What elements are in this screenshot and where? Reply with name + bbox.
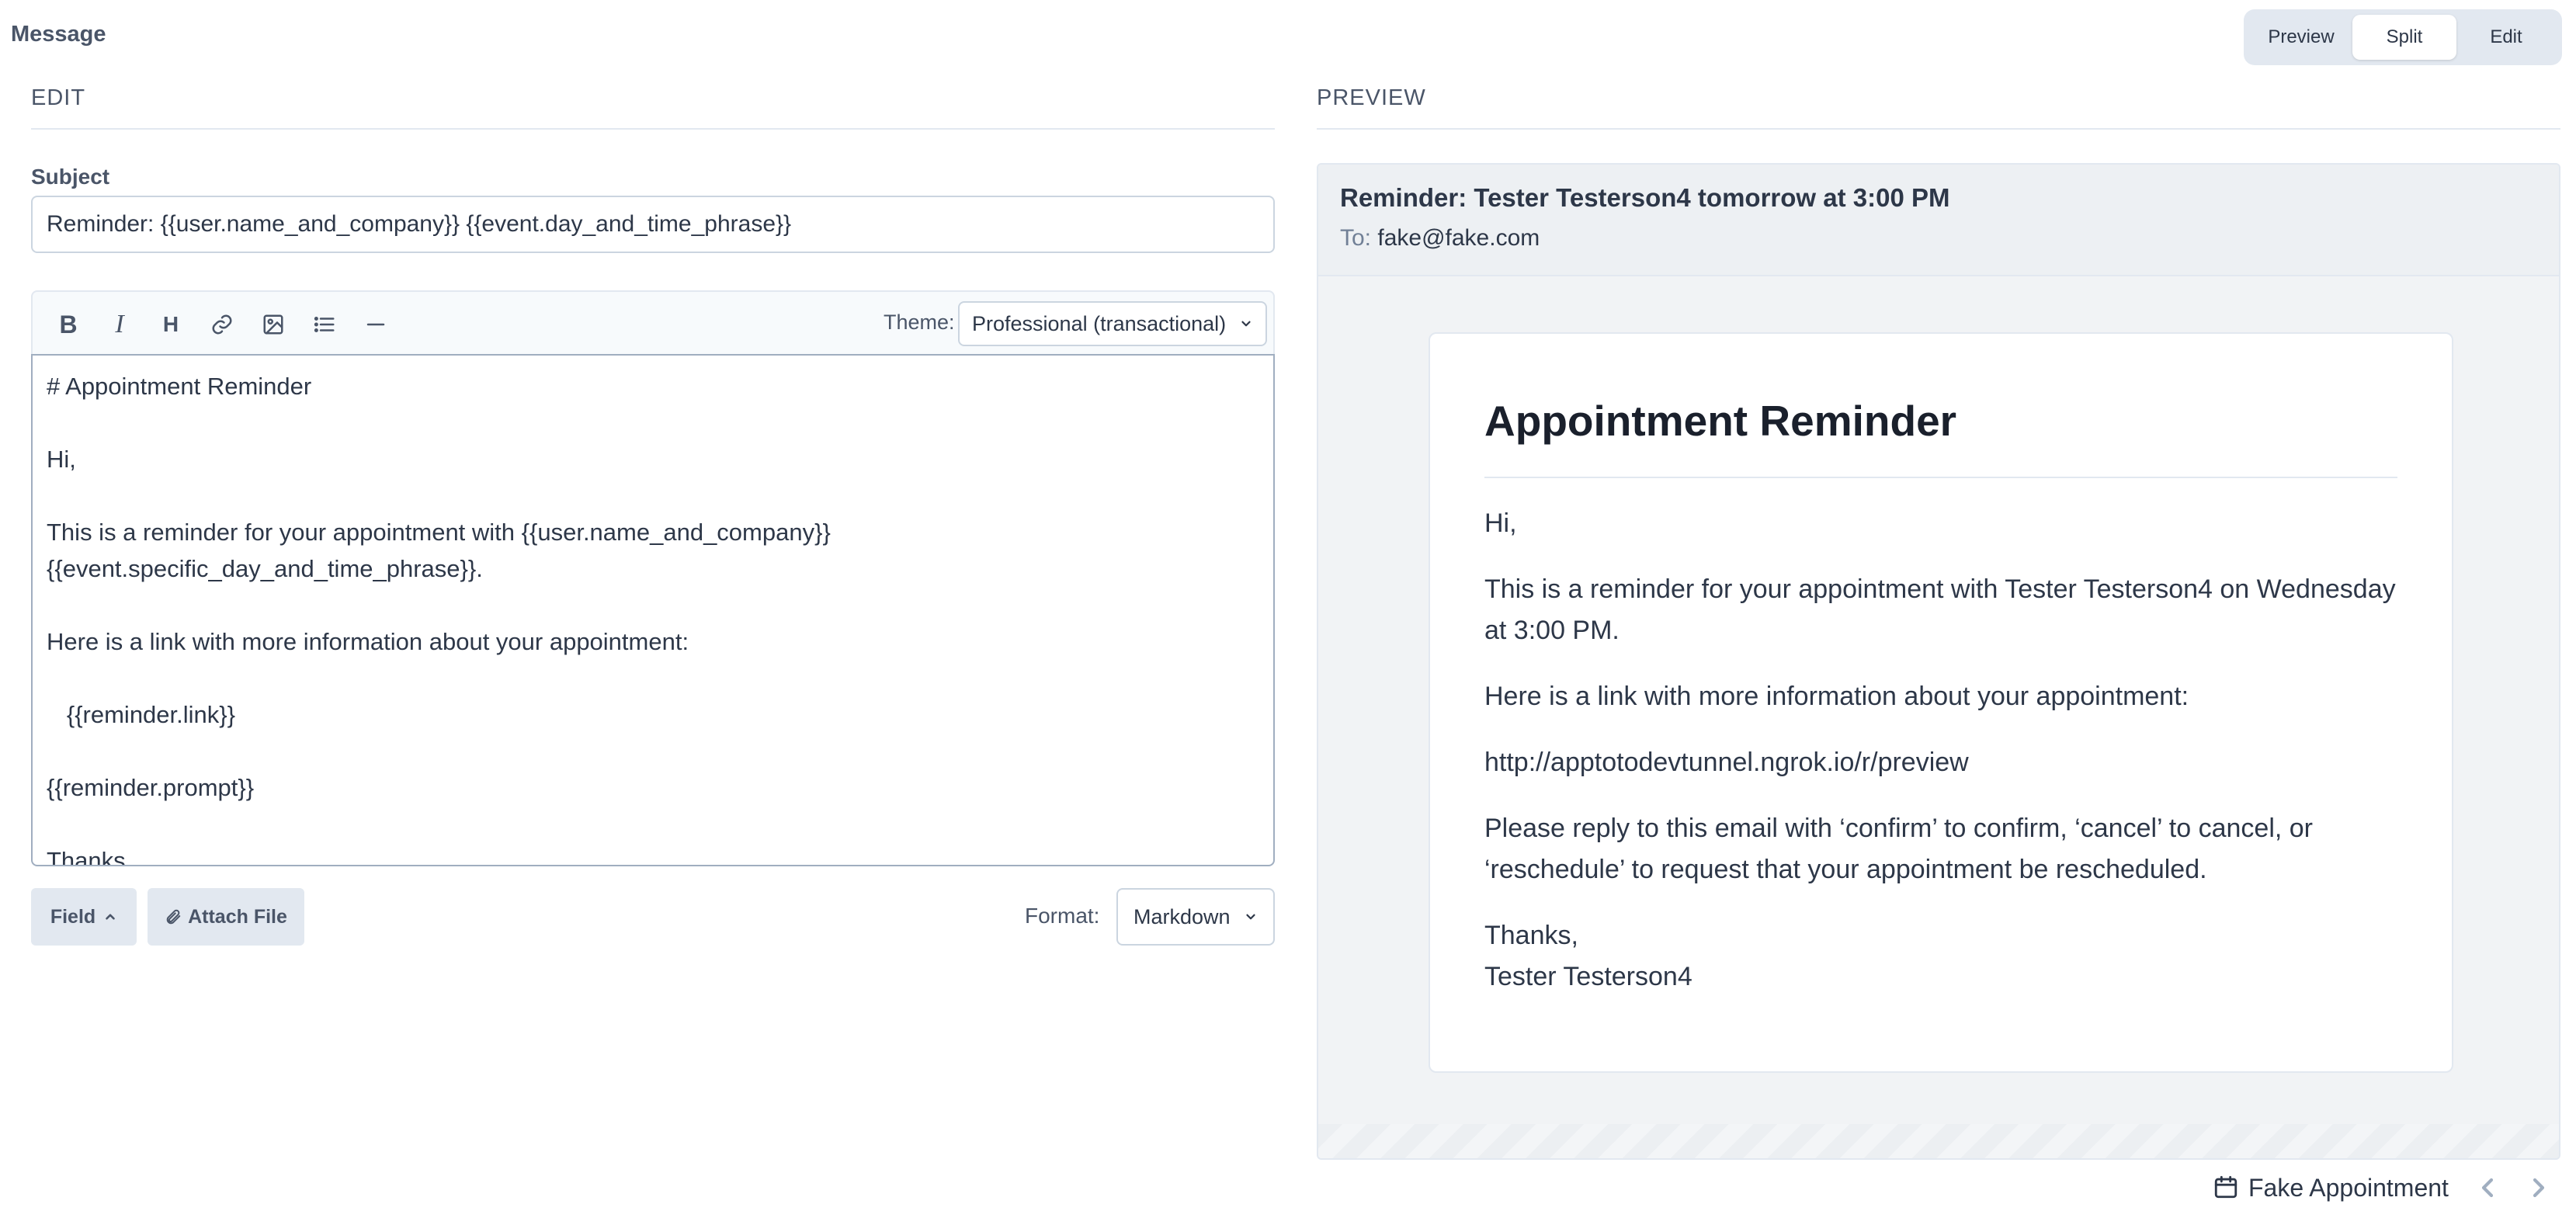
email-paragraph: Please reply to this email with ‘confirm… [1484,814,2313,884]
email-preview: Reminder: Tester Testerson4 tomorrow at … [1317,163,2560,1160]
appointment-selector[interactable]: Fake Appointment [2248,1174,2449,1202]
link-icon[interactable] [200,303,244,346]
view-preview-button[interactable]: Preview [2250,15,2352,60]
chevron-up-icon [106,914,115,920]
heading-icon[interactable]: H [149,303,193,346]
view-split-button[interactable]: Split [2352,15,2456,60]
editor-toolbar: B I H Theme: Professional (transactional… [31,290,1275,356]
editor-line: Hi, [47,446,76,473]
email-signature: Tester Testerson4 [1484,962,1692,991]
subject-input[interactable] [31,196,1275,253]
theme-label: Theme: [884,311,955,334]
chevron-right-icon[interactable] [2523,1172,2554,1203]
markdown-editor[interactable]: # Appointment Reminder Hi, This is a rem… [31,354,1275,866]
attach-file-button[interactable]: Attach File [148,888,304,946]
format-select[interactable]: Markdown [1116,888,1275,946]
horizontal-rule-icon[interactable] [354,303,398,346]
editor-line: {{reminder.prompt}} [47,774,255,801]
email-signoff: Thanks, [1484,921,1578,950]
image-icon[interactable] [252,303,295,346]
email-paragraph: Here is a link with more information abo… [1484,682,2189,711]
page-title: Message [11,22,106,47]
preview-section-header: PREVIEW [1317,85,2560,130]
email-paragraph: This is a reminder for your appointment … [1484,574,2396,645]
chevron-down-icon [1246,914,1255,920]
email-greeting: Hi, [1484,508,1517,538]
email-body: Hi, This is a reminder for your appointm… [1484,503,2397,998]
theme-select-value: Professional (transactional) [972,311,1227,335]
preview-email-header: Reminder: Tester Testerson4 tomorrow at … [1318,165,2559,276]
email-link[interactable]: http://apptotodevtunnel.ngrok.io/r/previ… [1484,742,2397,783]
preview-recipient: To: fake@fake.com [1340,225,1540,252]
editor-line: {{reminder.link}} [47,701,235,728]
preview-watermark [1318,1124,2559,1158]
calendar-icon [2214,1175,2238,1199]
email-heading: Appointment Reminder [1484,396,2397,478]
to-label: To: [1340,225,1372,251]
to-address: fake@fake.com [1377,225,1540,251]
preview-subject: Reminder: Tester Testerson4 tomorrow at … [1340,183,1950,212]
bold-icon[interactable]: B [47,303,90,346]
email-body-card: Appointment Reminder Hi, This is a remin… [1429,332,2453,1073]
field-button[interactable]: Field [31,888,137,946]
editor-line: # Appointment Reminder [47,373,312,400]
field-button-label: Field [50,905,96,928]
chevron-down-icon [1241,321,1251,327]
view-edit-button[interactable]: Edit [2456,15,2556,60]
subject-label: Subject [31,165,110,189]
editor-line: This is a reminder for your appointment … [47,519,831,546]
format-label: Format: [1025,904,1100,928]
chevron-left-icon[interactable] [2472,1172,2503,1203]
theme-select[interactable]: Professional (transactional) [958,301,1267,346]
list-icon[interactable] [303,303,346,346]
edit-section-header: EDIT [31,85,1275,130]
italic-icon[interactable]: I [98,303,141,346]
editor-line: {{event.specific_day_and_time_phrase}}. [47,555,483,582]
editor-line: Here is a link with more information abo… [47,628,689,655]
editor-line: Thanks, [47,847,133,866]
format-select-value: Markdown [1134,904,1231,928]
attach-file-label: Attach File [188,905,287,928]
paperclip-icon [166,909,181,925]
view-toggle: Preview Split Edit [2244,9,2562,65]
message-editor-page: Message Preview Split Edit EDIT PREVIEW … [0,0,2576,1225]
